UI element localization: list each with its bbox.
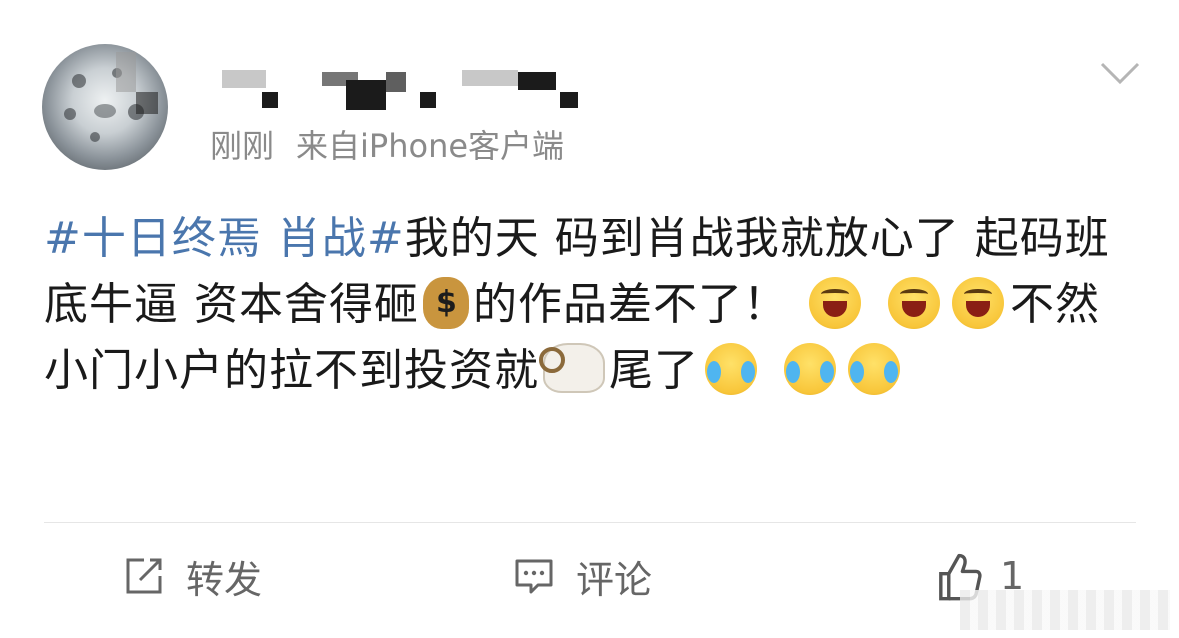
share-edit-icon: [126, 558, 162, 594]
divider: [44, 522, 1136, 523]
repost-label: 转发: [186, 557, 263, 602]
laughing-emoji-icon: [952, 277, 1004, 329]
post-time: 刚刚: [210, 127, 275, 165]
comment-icon: [515, 559, 553, 594]
laughing-emoji-icon: [809, 277, 861, 329]
post-text-2: 的作品差不了！: [473, 279, 788, 330]
tears-of-joy-emoji-icon: [784, 343, 836, 395]
comment-button[interactable]: 评论: [514, 548, 652, 604]
laughing-emoji-icon: [888, 277, 940, 329]
watermark: [960, 590, 1170, 630]
post-content: #十日终焉 肖战#我的天 码到肖战我就放心了 起码班底牛逼 资本舍得砸的作品差不…: [44, 206, 1134, 404]
comment-label: 评论: [576, 557, 653, 602]
post-meta: 刚刚 来自iPhone客户端: [210, 124, 586, 168]
post-source: 来自iPhone客户端: [296, 127, 565, 165]
chevron-down-icon[interactable]: [1100, 60, 1140, 86]
money-bag-emoji-icon: [423, 277, 469, 329]
ram-emoji-icon: [539, 343, 605, 393]
topic-link[interactable]: #十日终焉 肖战#: [44, 213, 405, 264]
repost-button[interactable]: 转发: [124, 548, 262, 604]
post-text-4: 尾了: [609, 345, 699, 396]
tears-of-joy-emoji-icon: [705, 343, 757, 395]
tears-of-joy-emoji-icon: [848, 343, 900, 395]
